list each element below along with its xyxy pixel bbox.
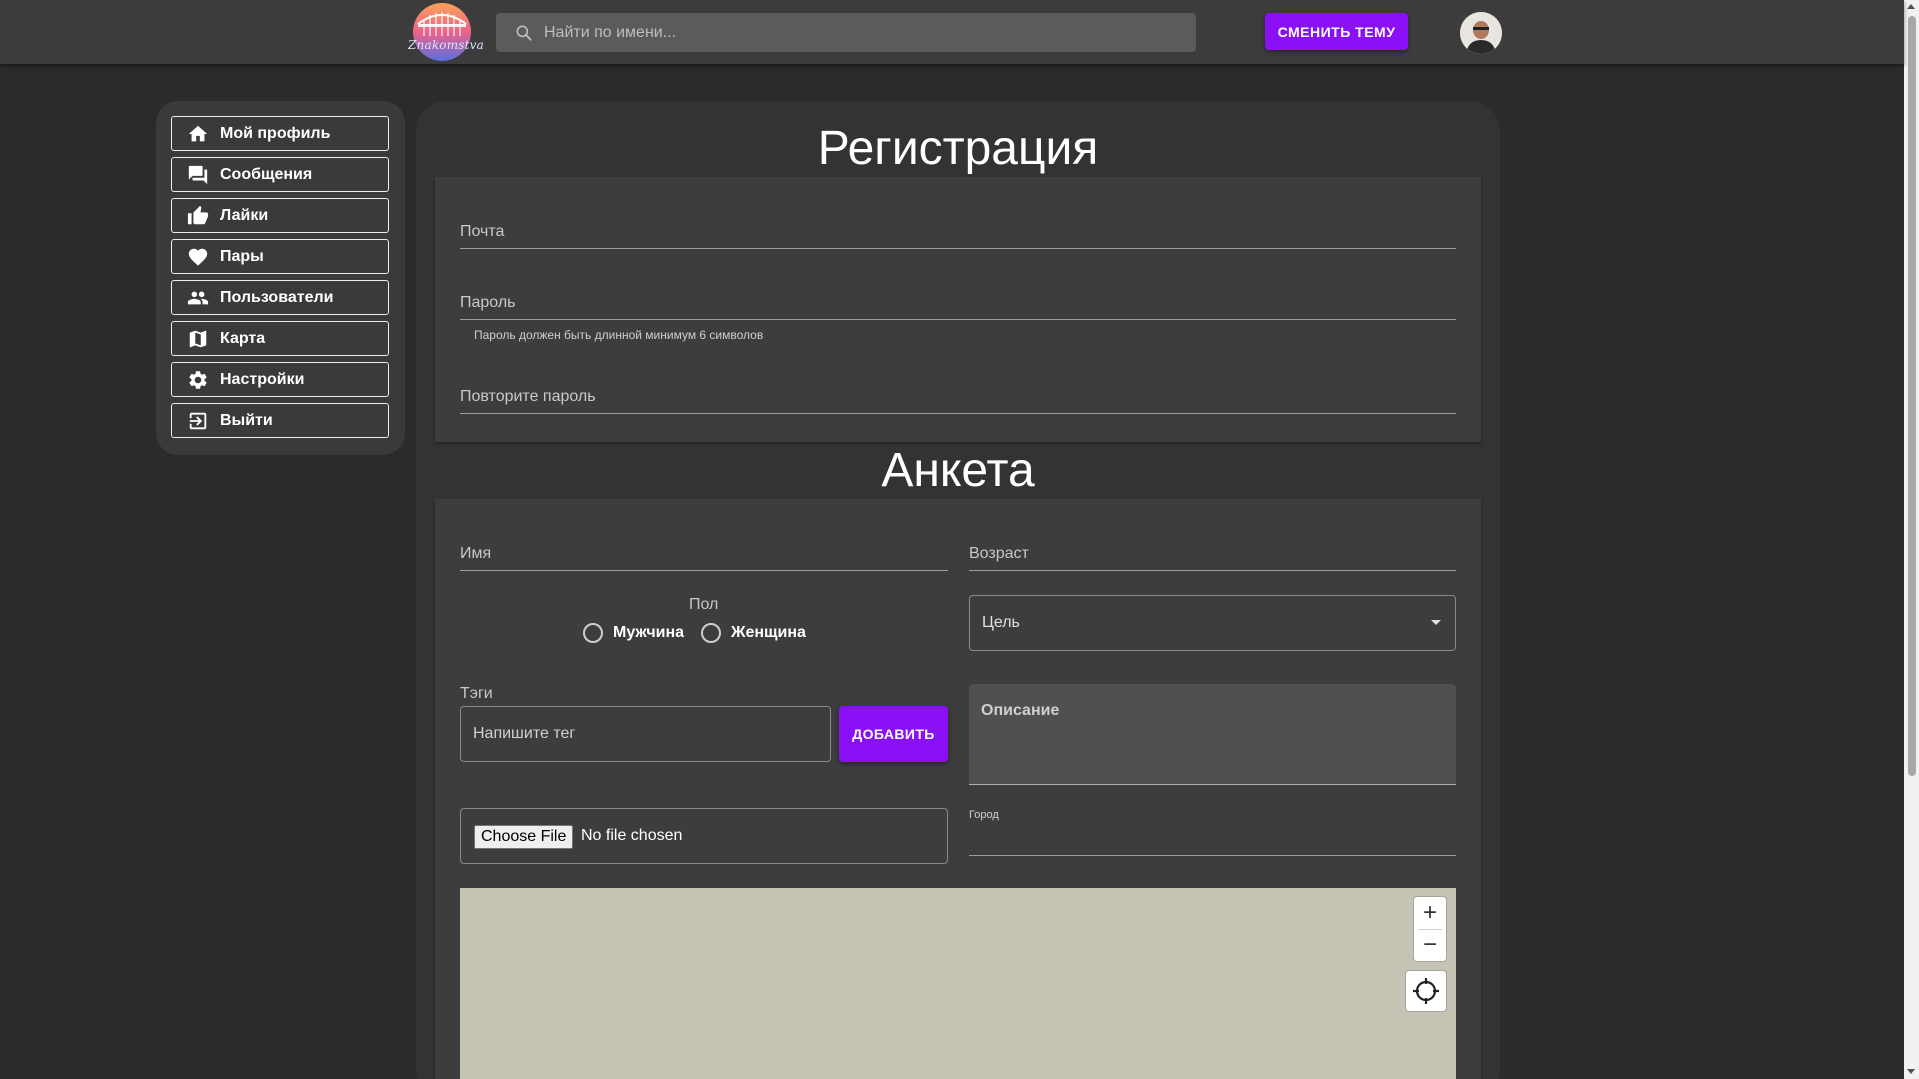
registration-title: Регистрация xyxy=(817,122,1099,175)
password-helper-text: Пароль должен быть длинной минимум 6 сим… xyxy=(474,328,764,342)
zoom-control: + − xyxy=(1414,897,1446,961)
gender-female-label: Женщина xyxy=(731,624,806,641)
sidebar-item-likes[interactable]: Лайки xyxy=(171,198,389,233)
search-bar[interactable] xyxy=(496,13,1196,52)
main-card: Регистрация Почта Пароль Пароль должен б… xyxy=(416,101,1500,1079)
goal-select[interactable]: Цель xyxy=(969,595,1456,651)
locate-button[interactable] xyxy=(1406,971,1446,1011)
age-label: Возраст xyxy=(969,545,1029,562)
description-label: Описание xyxy=(981,702,1060,719)
sidebar-item-messages[interactable]: Сообщения xyxy=(171,157,389,192)
scroll-down-icon[interactable] xyxy=(1907,1069,1915,1074)
city-field[interactable] xyxy=(969,855,1456,856)
email-label: Почта xyxy=(460,223,505,240)
email-field[interactable] xyxy=(460,248,1456,249)
choose-file-button[interactable]: Choose File xyxy=(474,825,574,849)
sidebar-item-label: Пользователи xyxy=(220,288,334,306)
scroll-up-icon[interactable] xyxy=(1907,4,1915,9)
password-label: Пароль xyxy=(460,294,516,311)
map-icon xyxy=(186,327,210,351)
registration-panel: Почта Пароль Пароль должен быть длинной … xyxy=(435,177,1481,442)
change-theme-button[interactable]: СМЕНИТЬ ТЕМУ xyxy=(1265,13,1408,50)
gender-male-option[interactable]: Мужчина xyxy=(583,623,684,643)
logo-text: Znakomstva xyxy=(408,38,485,52)
sidebar-item-profile[interactable]: Мой профиль xyxy=(171,116,389,151)
sidebar-item-map[interactable]: Карта xyxy=(171,321,389,356)
scroll-thumb[interactable] xyxy=(1908,16,1916,776)
password-field[interactable] xyxy=(460,319,1456,320)
search-icon xyxy=(516,25,532,41)
logo[interactable] xyxy=(408,2,476,62)
name-field[interactable] xyxy=(460,570,948,571)
sidebar-item-label: Лайки xyxy=(220,206,269,224)
gender-label: Пол xyxy=(689,596,719,613)
file-upload: Choose File No file chosen xyxy=(460,808,948,864)
radio-female[interactable] xyxy=(701,623,721,643)
tags-label: Тэги xyxy=(460,685,493,702)
profile-title: Анкета xyxy=(881,444,1035,497)
age-field[interactable] xyxy=(969,570,1456,571)
description-field[interactable]: Описание xyxy=(969,684,1456,785)
sidebar-item-settings[interactable]: Настройки xyxy=(171,362,389,397)
search-input[interactable] xyxy=(544,13,1184,52)
zoom-in-button[interactable]: + xyxy=(1414,897,1446,929)
sidebar-item-label: Карта xyxy=(220,329,266,347)
gender-female-option[interactable]: Женщина xyxy=(701,623,806,643)
file-status: No file chosen xyxy=(581,827,683,844)
sidebar-item-logout[interactable]: Выйти xyxy=(171,403,389,438)
home-icon xyxy=(186,122,210,146)
sidebar-item-label: Пары xyxy=(220,247,264,265)
tag-input-placeholder: Напишите тег xyxy=(473,725,576,742)
sidebar-item-pairs[interactable]: Пары xyxy=(171,239,389,274)
gender-male-label: Мужчина xyxy=(613,624,685,641)
city-label: Город xyxy=(969,809,999,821)
page: Znakomstva СМЕНИТЬ ТЕМУ Мой профиль xyxy=(0,0,1919,1079)
gear-icon xyxy=(186,368,210,392)
sidebar-item-label: Выйти xyxy=(220,411,273,429)
people-icon xyxy=(186,286,210,310)
sidebar-item-users[interactable]: Пользователи xyxy=(171,280,389,315)
sidebar-item-label: Мой профиль xyxy=(220,124,331,142)
profile-panel: Имя Возраст Пол Мужчина Женщина Цель Тэг… xyxy=(435,499,1481,1079)
name-label: Имя xyxy=(460,545,492,562)
map-view[interactable]: + − xyxy=(460,888,1456,1079)
chevron-down-icon xyxy=(1431,620,1441,625)
thumb-up-icon xyxy=(186,204,210,228)
sidebar: Мой профиль Сообщения Лайки Пары Пользов… xyxy=(156,101,405,455)
add-tag-button[interactable]: ДОБАВИТЬ xyxy=(839,706,948,762)
tag-input[interactable]: Напишите тег xyxy=(460,706,831,762)
avatar-icon xyxy=(1460,12,1502,54)
heart-icon xyxy=(186,245,210,269)
logout-icon xyxy=(186,409,210,433)
repeat-password-label: Повторите пароль xyxy=(460,388,596,405)
repeat-password-field[interactable] xyxy=(460,413,1456,414)
sidebar-item-label: Настройки xyxy=(220,370,305,388)
logo-icon xyxy=(413,3,471,61)
app-bar: Znakomstva СМЕНИТЬ ТЕМУ xyxy=(0,0,1904,64)
chat-icon xyxy=(186,163,210,187)
avatar[interactable] xyxy=(1460,12,1502,54)
zoom-out-button[interactable]: − xyxy=(1414,929,1446,961)
crosshair-icon xyxy=(1413,978,1439,1004)
scrollbar[interactable] xyxy=(1904,0,1919,1079)
goal-select-label: Цель xyxy=(982,614,1020,631)
sidebar-item-label: Сообщения xyxy=(220,165,313,183)
radio-male[interactable] xyxy=(583,623,603,643)
